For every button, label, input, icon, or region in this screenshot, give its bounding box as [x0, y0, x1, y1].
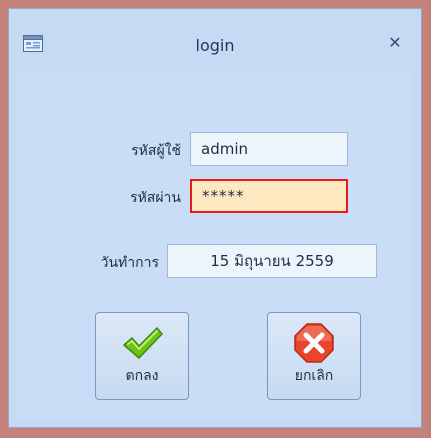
password-label: รหัสผ่าน — [130, 190, 181, 206]
workdate-field[interactable]: 15 มิถุนายน 2559 — [167, 244, 377, 278]
cancel-x-icon — [292, 321, 336, 369]
window-title: login — [195, 36, 235, 55]
login-form: รหัสผู้ใช้ รหัสผ่าน วันทำการ 15 มิถุนายน… — [17, 71, 413, 419]
cancel-button[interactable]: ยกเลิก — [267, 312, 361, 400]
password-input[interactable] — [190, 179, 348, 213]
cancel-button-label: ยกเลิก — [294, 368, 334, 384]
close-button[interactable]: ✕ — [383, 31, 407, 53]
workdate-label: วันทำการ — [100, 255, 159, 271]
close-icon: ✕ — [388, 32, 402, 52]
username-input[interactable] — [190, 132, 348, 166]
checkmark-icon — [120, 321, 164, 369]
title-bar: login ✕ — [9, 9, 421, 71]
outer-frame: login ✕ รหัสผู้ใช้ รหัสผ่าน วันทำการ 15 … — [0, 0, 431, 438]
login-window: login ✕ รหัสผู้ใช้ รหัสผ่าน วันทำการ 15 … — [8, 8, 422, 428]
ok-button-label: ตกลง — [125, 368, 159, 384]
ok-button[interactable]: ตกลง — [95, 312, 189, 400]
username-label: รหัสผู้ใช้ — [131, 143, 181, 159]
